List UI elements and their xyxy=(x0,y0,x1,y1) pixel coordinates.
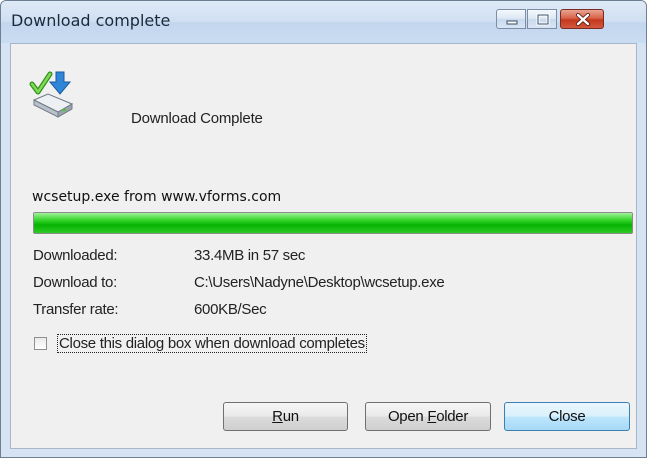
close-when-complete-checkbox[interactable] xyxy=(34,337,47,350)
open-folder-button[interactable]: Open Folder xyxy=(365,402,491,431)
download-dialog-window: Download complete Download Complete wcse… xyxy=(0,0,647,458)
download-complete-icon xyxy=(29,71,74,118)
download-source: wcsetup.exe from www.vforms.com xyxy=(32,189,282,205)
transfer-rate-label: Transfer rate: xyxy=(33,301,119,318)
downloaded-value: 33.4MB in 57 sec xyxy=(194,247,306,264)
download-to-label: Download to: xyxy=(33,274,117,291)
download-to-value: C:\Users\Nadyne\Desktop\wcsetup.exe xyxy=(194,274,445,291)
downloaded-label: Downloaded: xyxy=(33,247,118,264)
maximize-button[interactable] xyxy=(527,9,557,29)
close-when-complete-label[interactable]: Close this dialog box when download comp… xyxy=(57,334,367,353)
download-complete-heading: Download Complete xyxy=(131,110,263,127)
dialog-content: Download Complete wcsetup.exe from www.v… xyxy=(10,43,637,449)
close-icon xyxy=(576,13,590,26)
run-button[interactable]: Run xyxy=(223,402,348,431)
maximize-icon xyxy=(536,13,550,26)
transfer-rate-value: 600KB/Sec xyxy=(194,301,267,318)
window-title: Download complete xyxy=(11,11,171,30)
minimize-button[interactable] xyxy=(496,9,526,29)
open-folder-label-prefix: Open xyxy=(387,408,428,425)
open-folder-label-rest: older xyxy=(436,408,469,425)
close-window-button[interactable] xyxy=(560,9,604,29)
minimize-icon xyxy=(506,20,518,25)
progress-fill xyxy=(34,213,632,233)
title-bar[interactable]: Download complete xyxy=(1,1,646,43)
download-progress-bar xyxy=(33,212,633,234)
open-folder-mnemonic: F xyxy=(427,408,437,425)
close-button[interactable]: Close xyxy=(504,402,630,431)
run-label-rest: un xyxy=(282,408,299,425)
run-mnemonic: R xyxy=(272,408,283,425)
